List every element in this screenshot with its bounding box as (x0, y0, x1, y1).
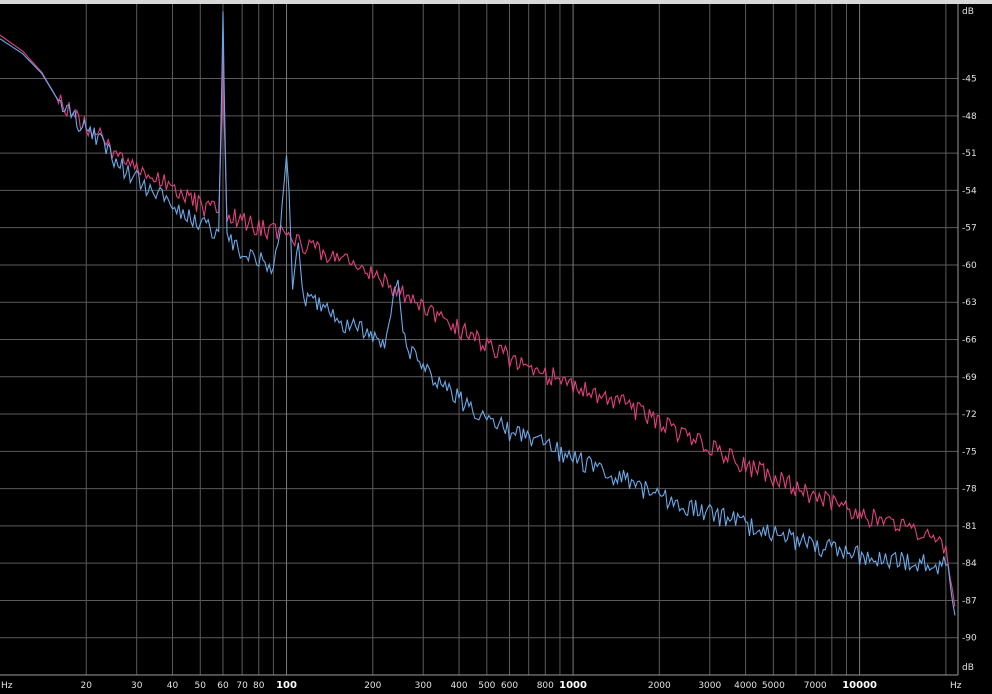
y-tick-label: -54 (962, 186, 977, 196)
x-tick-label: 800 (537, 681, 554, 691)
x-tick-label: 5000 (762, 681, 785, 691)
y-tick-label: -69 (962, 373, 977, 383)
x-tick-label: 600 (501, 681, 518, 691)
y-tick-label: -63 (962, 298, 977, 308)
x-tick-label: 7000 (804, 681, 827, 691)
frequency-spectrum-chart: -45 -48 -51 -54 -57 -60 -63 -66 -69 -72 -75 -78 -81 -… (0, 4, 977, 691)
y-tick-label: -84 (962, 559, 977, 569)
y-tick-label: -75 (962, 447, 977, 457)
y-axis-labels: -45 -48 -51 -54 -57 -60 -63 -66 -69 -72 -75 -78 -81 -… (962, 75, 977, 644)
x-tick-label: 60 (217, 681, 229, 691)
x-tick-label: 500 (478, 681, 495, 691)
x-tick-label: 1000 (559, 680, 587, 691)
series-layer (0, 11, 956, 616)
y-tick-label: -72 (962, 410, 977, 420)
horizontal-grid (0, 78, 958, 639)
x-tick-label: 2000 (648, 681, 671, 691)
spectrum-analyzer-frame: -45 -48 -51 -54 -57 -60 -63 -66 -69 -72 -75 -78 -81 -… (0, 0, 992, 694)
x-tick-label: 80 (253, 681, 265, 691)
x-tick-label: 10000 (842, 680, 877, 691)
x-tick-label: 30 (131, 681, 143, 691)
y-axis-unit-top: dB (962, 7, 974, 17)
y-tick-label: -78 (962, 485, 977, 495)
x-axis-unit-left: Hz (1, 681, 13, 691)
x-tick-label: 3000 (698, 681, 721, 691)
y-tick-label: -51 (962, 149, 977, 159)
x-tick-label: 4000 (734, 681, 757, 691)
y-tick-label: -90 (962, 634, 977, 644)
y-tick-label: -45 (962, 75, 977, 85)
y-axis-unit-bottom: dB (962, 663, 974, 673)
x-tick-label: 400 (450, 681, 467, 691)
x-tick-label: 200 (364, 681, 381, 691)
x-tick-label: 20 (81, 681, 93, 691)
x-axis-labels: 20 30 40 50 60 70 80 100 200 300 400 500 600 800 1000 2… (81, 680, 878, 691)
x-axis-unit-right: Hz (950, 681, 962, 691)
series-line-2 (0, 11, 956, 616)
x-tick-label: 40 (167, 681, 179, 691)
y-tick-label: -60 (962, 261, 977, 271)
x-tick-label: 70 (236, 681, 248, 691)
y-tick-label: -81 (962, 522, 977, 532)
y-tick-label: -66 (962, 336, 977, 346)
x-tick-label: 300 (415, 681, 432, 691)
x-tick-label: 100 (276, 680, 297, 691)
y-tick-label: -57 (962, 224, 977, 234)
x-tick-label: 50 (195, 681, 207, 691)
y-tick-label: -87 (962, 596, 977, 606)
y-tick-label: -48 (962, 112, 977, 122)
